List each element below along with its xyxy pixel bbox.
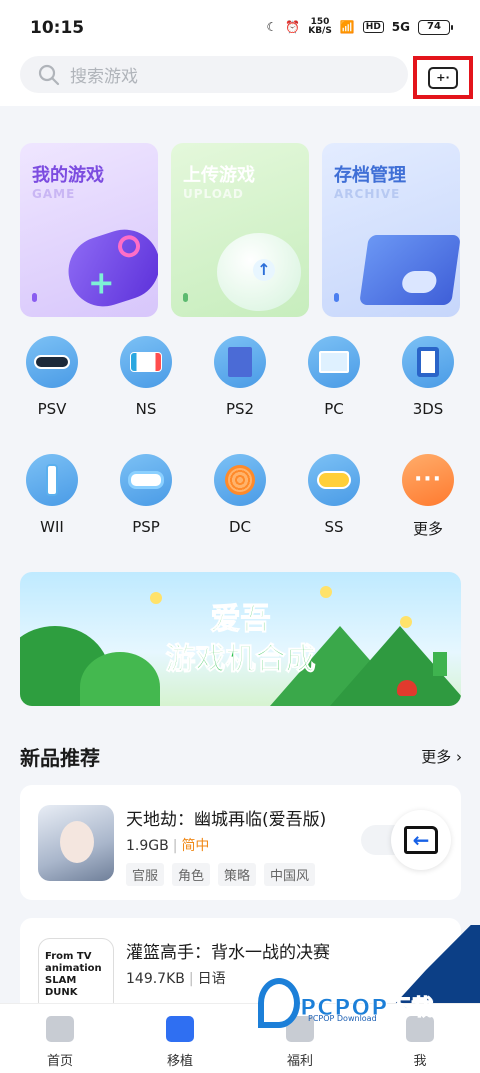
mushroom-icon xyxy=(397,680,417,696)
platform-label: DC xyxy=(228,518,252,536)
card-subtitle: GAME xyxy=(32,187,76,201)
nav-label: 移植 xyxy=(166,1054,193,1069)
wifi-icon: 📶 xyxy=(339,20,355,34)
platform-ps2[interactable]: PS2 xyxy=(210,336,270,454)
handheld-console-icon xyxy=(26,336,78,388)
card-my-games[interactable]: 我的游戏 GAME + xyxy=(20,143,158,317)
platform-psp[interactable]: PSP xyxy=(116,454,176,572)
watermark-subtext: PCPOP Download xyxy=(308,1014,377,1023)
game-tag: 策略 xyxy=(218,863,257,886)
gamepad-button[interactable]: +· xyxy=(413,56,473,99)
controller-illustration-icon: + xyxy=(59,220,158,316)
platform-dc[interactable]: DC xyxy=(210,454,270,572)
game-tags: 官服 角色 策略 中国风 xyxy=(126,863,316,886)
hd-icon: HD xyxy=(362,21,384,33)
card-upload-game[interactable]: 上传游戏 UPLOAD ↑ xyxy=(171,143,309,317)
platform-label: NS xyxy=(135,400,157,418)
wii-remote-icon xyxy=(26,454,78,506)
port-icon xyxy=(166,1016,194,1042)
dual-screen-handheld-icon xyxy=(402,336,454,388)
platform-wii[interactable]: WII xyxy=(22,454,82,572)
promo-banner[interactable]: 爱吾 游戏机合成 xyxy=(20,572,461,706)
game-meta: 1.9GB | 简中 xyxy=(126,838,210,854)
gamepad-icon: +· xyxy=(428,66,458,89)
game-size: 1.9GB xyxy=(126,838,169,854)
game-name: 天地劫：幽城再临(爱吾版) xyxy=(126,810,327,830)
battery-icon: 74 xyxy=(418,19,453,35)
game-tag: 官服 xyxy=(126,863,165,886)
status-bar: 10:15 ☾ ⏰ 150 KB/S 📶 HD 5G 74 xyxy=(0,0,480,56)
card-indicator xyxy=(32,293,37,302)
more-dots-icon: ··· xyxy=(402,454,454,506)
platform-grid: PSV NS PS2 PC 3DS WII PSP DC SS ··· 更多 xyxy=(0,336,480,572)
platform-label: PSV xyxy=(37,400,67,418)
section-title: 新品推荐 xyxy=(20,746,100,770)
card-indicator xyxy=(183,293,188,302)
psp-handheld-icon xyxy=(120,454,172,506)
folder-cloud-illustration-icon xyxy=(359,235,460,305)
watermark-logo-icon xyxy=(258,978,300,1028)
nav-label: 福利 xyxy=(286,1054,313,1069)
search-input[interactable]: 搜索游戏 xyxy=(20,56,408,93)
nav-port[interactable]: 移植 xyxy=(140,1004,220,1073)
game-tag: 中国风 xyxy=(264,863,316,886)
platform-label: WII xyxy=(40,518,64,536)
platform-label: SS xyxy=(324,518,344,536)
banner-title-line1: 爱吾 xyxy=(210,602,271,638)
card-title: 上传游戏 xyxy=(183,165,255,186)
card-title: 存档管理 xyxy=(334,165,406,186)
game-tag: 角色 xyxy=(172,863,211,886)
dreamcast-swirl-icon xyxy=(214,454,266,506)
game-name: 灌篮高手：背水一战的决赛 xyxy=(126,943,330,963)
game-size: 149.7KB xyxy=(126,971,185,987)
folder-import-button[interactable]: ← xyxy=(391,810,451,870)
monitor-icon xyxy=(308,336,360,388)
cellular-5g-icon: 5G xyxy=(391,20,410,34)
card-indicator xyxy=(334,293,339,302)
platform-label: PC xyxy=(324,400,344,418)
platform-3ds[interactable]: 3DS xyxy=(398,336,458,454)
platform-psv[interactable]: PSV xyxy=(22,336,82,454)
platform-label: 更多 xyxy=(412,520,443,538)
game-language: 日语 xyxy=(197,971,226,987)
ps2-disc-case-icon xyxy=(214,336,266,388)
status-icons: ☾ ⏰ 150 KB/S 📶 HD 5G 74 xyxy=(266,17,453,36)
search-row: 搜索游戏 +· xyxy=(0,56,480,106)
network-speed: 150 KB/S xyxy=(308,17,332,36)
gamepad-icon xyxy=(308,454,360,506)
game-meta: 149.7KB | 日语 xyxy=(126,971,226,987)
platform-label: PS2 xyxy=(225,400,255,418)
game-thumbnail xyxy=(38,805,114,881)
switch-console-icon xyxy=(120,336,172,388)
card-archive-manage[interactable]: 存档管理 ARCHIVE xyxy=(322,143,460,317)
platform-more[interactable]: ··· 更多 xyxy=(398,454,458,572)
status-time: 10:15 xyxy=(30,18,85,38)
game-language: 简中 xyxy=(181,838,210,854)
alarm-icon: ⏰ xyxy=(285,20,301,34)
cloud-upload-illustration-icon: ↑ xyxy=(217,233,301,311)
nav-label: 我 xyxy=(413,1054,427,1069)
banner-title-line2: 游戏机合成 xyxy=(165,642,316,678)
nav-home[interactable]: 首页 xyxy=(20,1004,100,1073)
platform-label: 3DS xyxy=(412,400,444,418)
platform-ns[interactable]: NS xyxy=(116,336,176,454)
platform-pc[interactable]: PC xyxy=(304,336,364,454)
home-icon xyxy=(46,1016,74,1042)
feature-cards: 我的游戏 GAME + 上传游戏 UPLOAD ↑ 存档管理 ARCHIVE xyxy=(20,143,460,317)
card-subtitle: UPLOAD xyxy=(183,187,244,201)
card-title: 我的游戏 xyxy=(32,165,104,186)
folder-arrow-icon: ← xyxy=(404,826,438,854)
nav-label: 首页 xyxy=(46,1054,73,1069)
chevron-right-icon: › xyxy=(456,748,462,766)
platform-label: PSP xyxy=(132,518,160,536)
section-more-link[interactable]: 更多 › xyxy=(421,746,462,767)
moon-icon: ☾ xyxy=(266,20,278,34)
search-icon xyxy=(38,64,60,85)
platform-ss[interactable]: SS xyxy=(304,454,364,572)
game-card[interactable]: 天地劫：幽城再临(爱吾版) 1.9GB | 简中 官服 角色 策略 中国风 ← xyxy=(20,785,461,900)
card-subtitle: ARCHIVE xyxy=(334,187,401,201)
search-placeholder: 搜索游戏 xyxy=(70,67,138,87)
